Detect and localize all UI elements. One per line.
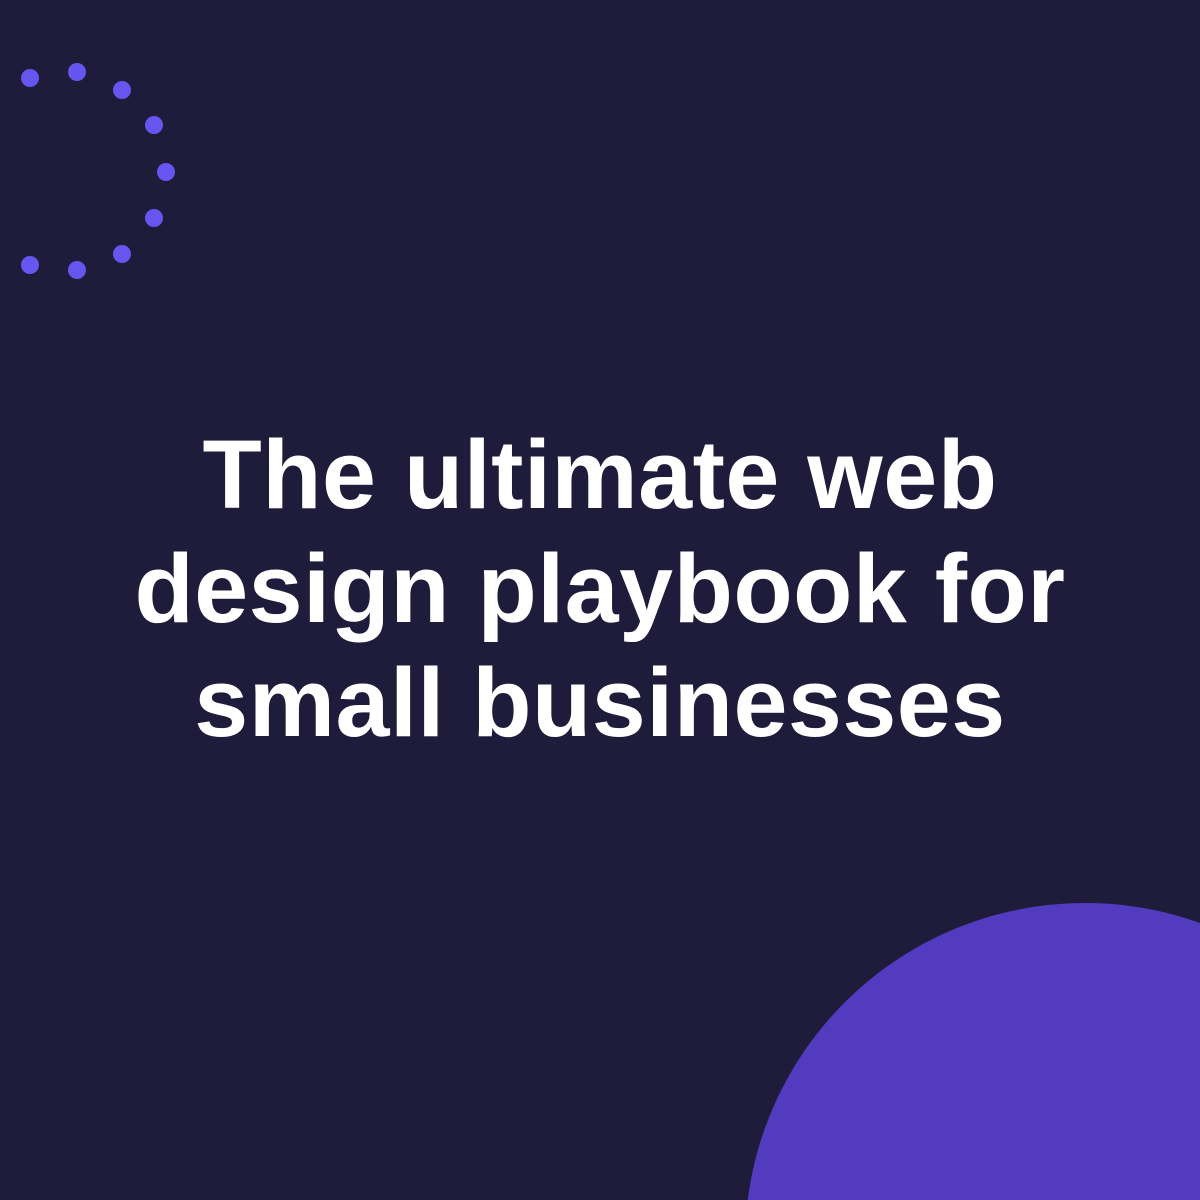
headline-line-1: The ultimate web (202, 420, 998, 529)
dotted-arc-decoration (21, 63, 175, 279)
dot (113, 245, 131, 263)
dot (21, 256, 39, 274)
dot (145, 116, 163, 134)
dot (145, 209, 163, 227)
dot (68, 63, 86, 81)
headline-line-2: design playbook for (134, 534, 1066, 643)
headline-line-3: small businesses (194, 648, 1006, 757)
dot (21, 69, 39, 87)
dot (68, 261, 86, 279)
corner-circle-decoration (747, 902, 1200, 1200)
dot (157, 163, 175, 181)
dot (113, 81, 131, 99)
headline: The ultimate web design playbook for sma… (0, 418, 1200, 760)
